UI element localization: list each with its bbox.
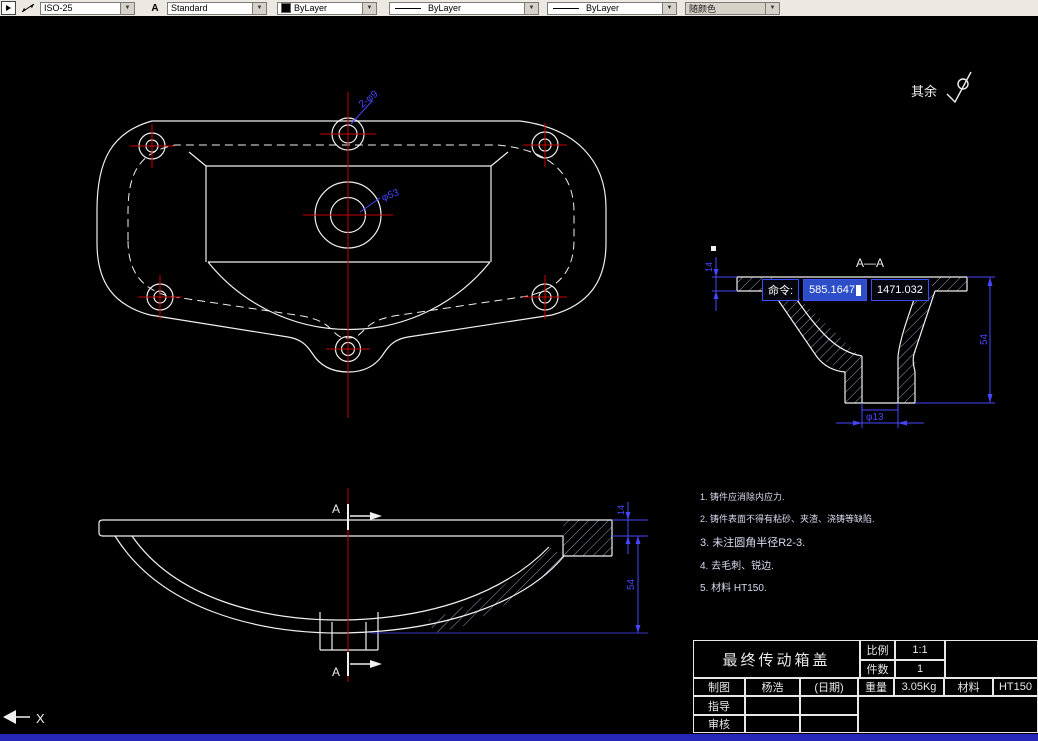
coord-y-field[interactable]: 1471.032 <box>870 279 929 301</box>
cad-application-window: { "toolbar": { "dim_style": "ISO-25", "t… <box>0 0 1038 741</box>
text-style-icon[interactable]: A <box>145 2 165 14</box>
checker-label-cell: 审核 <box>693 715 745 733</box>
lineweight-dropdown-arrow[interactable]: ▼ <box>662 2 676 14</box>
section-cut-marks: A A <box>332 502 382 679</box>
linetype-dropdown-arrow[interactable]: ▼ <box>524 2 538 14</box>
boss-hole-dia-label: φ13 <box>866 412 884 423</box>
lineweight-value: ByLayer <box>586 3 620 13</box>
advisor-value-cell <box>745 696 800 715</box>
aa-height-label: 54 <box>979 333 990 345</box>
plot-style-select[interactable]: 随颜色 ▼ <box>685 1 780 15</box>
top-view-outline <box>96 117 607 373</box>
side-flange-thickness-label: 14 <box>616 505 626 515</box>
dim-style-select[interactable]: ISO-25 ▼ <box>40 1 135 15</box>
scale-value-cell: 1:1 <box>895 640 945 660</box>
note-line-3: 3. 未注圆角半径R2-3. <box>700 537 806 549</box>
title-block-empty-cell <box>800 715 858 733</box>
color-dropdown-arrow[interactable]: ▼ <box>362 2 376 14</box>
taskbar-edge <box>0 734 1038 741</box>
properties-toolbar: ISO-25 ▼ A Standard ▼ ByLayer ▼ ByLayer … <box>0 0 1038 17</box>
weight-value-cell: 3.05Kg <box>894 678 944 696</box>
drawn-label-cell: 制图 <box>693 678 745 696</box>
ucs-x-label: X <box>36 711 45 726</box>
coord-x-value: 585.1647 <box>809 284 855 296</box>
advisor-label-cell: 指导 <box>693 696 745 715</box>
linetype-value: ByLayer <box>428 3 462 13</box>
part-name-cell: 最终传动箱盖 <box>693 640 860 678</box>
qty-label-cell: 件数 <box>860 660 895 678</box>
material-value-cell: HT150 <box>993 678 1038 696</box>
lineweight-sample-icon <box>553 7 579 9</box>
aa-flange-thickness-label: 14 <box>704 262 714 272</box>
top-view-centerlines <box>130 92 567 418</box>
scale-label-cell: 比例 <box>860 640 895 660</box>
text-style-value: Standard <box>171 3 208 13</box>
note-line-2: 2. 铸件表面不得有粘砂、夹渣、浇铸等缺陷. <box>700 514 875 524</box>
color-select[interactable]: ByLayer ▼ <box>277 1 377 15</box>
dim-style-value: ISO-25 <box>44 3 73 13</box>
color-value: ByLayer <box>294 3 328 13</box>
dim-style-icon-graphic <box>21 3 35 13</box>
note-line-4: 4. 去毛刺、锐边. <box>700 561 774 572</box>
drawn-value-cell: 杨浩 <box>745 678 800 696</box>
material-label-cell: 材料 <box>944 678 993 696</box>
linetype-sample-icon <box>395 7 421 9</box>
top-view-dimensions: 2-φ9 φ53 <box>350 89 401 213</box>
center-hole-dia-label: φ53 <box>380 187 401 204</box>
flyout-arrow-icon <box>6 5 11 11</box>
command-prompt-box: 命令: <box>762 279 800 301</box>
toolbar-flyout-button[interactable] <box>1 1 16 15</box>
dim-style-icon[interactable] <box>18 2 38 14</box>
hole-callout-label: 2-φ9 <box>357 89 381 111</box>
command-prompt-label: 命令: <box>768 285 794 297</box>
qty-value-cell: 1 <box>895 660 945 678</box>
side-depth-label: 54 <box>626 578 637 590</box>
linetype-select[interactable]: ByLayer ▼ <box>389 1 539 15</box>
text-style-dropdown-arrow[interactable]: ▼ <box>252 2 266 14</box>
weight-label-cell: 重量 <box>858 678 894 696</box>
dim-style-dropdown-arrow[interactable]: ▼ <box>120 2 134 14</box>
drawing-canvas[interactable]: 2-φ9 φ53 A—A φ13 54 14 A A 14 54 其余 X 命令… <box>0 16 1038 734</box>
section-mark-bottom: A <box>332 665 340 679</box>
coord-x-field[interactable]: 585.1647 <box>803 279 867 301</box>
date-label-cell: (日期) <box>800 678 858 696</box>
coord-y-value: 1471.032 <box>876 284 923 296</box>
lineweight-select[interactable]: ByLayer ▼ <box>547 1 677 15</box>
roughness-symbol-icon <box>946 71 972 104</box>
text-style-select[interactable]: Standard ▼ <box>167 1 267 15</box>
text-cursor <box>855 284 861 296</box>
plot-style-value: 随颜色 <box>689 3 717 14</box>
checker-value-cell <box>745 715 800 733</box>
section-title-label: A—A <box>856 256 884 270</box>
side-view-hatch <box>428 520 612 633</box>
note-line-5: 5. 材料 HT150. <box>700 583 767 594</box>
drawing-geometry: 2-φ9 φ53 A—A φ13 54 14 A A 14 54 其余 X <box>3 71 995 726</box>
side-view-outline <box>98 519 613 651</box>
title-block-empty-cell <box>858 696 1038 733</box>
section-mark-top: A <box>332 502 340 516</box>
color-swatch-icon <box>281 3 291 13</box>
dynamic-input-tooltip: 命令: 585.1647 1471.032 <box>762 279 929 301</box>
plot-style-dropdown-arrow[interactable]: ▼ <box>765 2 779 14</box>
surface-finish-label: 其余 <box>911 84 937 99</box>
surface-finish-annotation: 其余 <box>911 71 972 104</box>
title-block-empty-cell <box>800 696 858 715</box>
note-line-1: 1. 铸件应消除内应力. <box>700 492 785 502</box>
ucs-icon: X <box>3 710 45 726</box>
title-block-empty-cell <box>945 640 1038 678</box>
grip-point[interactable] <box>711 246 716 251</box>
